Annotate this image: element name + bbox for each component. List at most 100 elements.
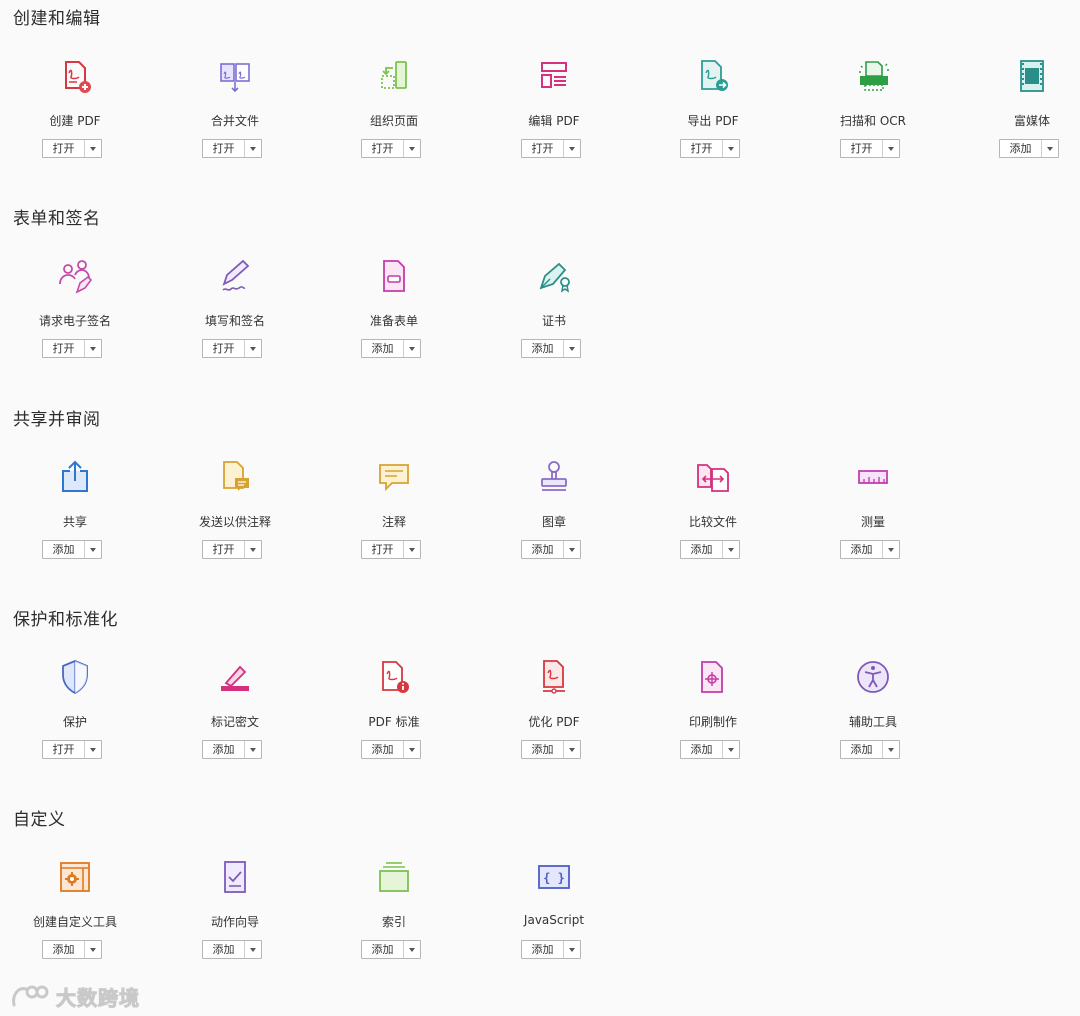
- tool-action-button[interactable]: 添加: [680, 740, 740, 759]
- tool-card[interactable]: 注释 打开: [319, 457, 469, 587]
- tool-action-button[interactable]: 打开: [521, 139, 581, 158]
- button-label[interactable]: 打开: [43, 741, 84, 758]
- stamp-icon[interactable]: [534, 457, 574, 497]
- button-label[interactable]: 添加: [841, 541, 882, 558]
- pdf-standards-icon[interactable]: [374, 657, 414, 697]
- button-label[interactable]: 打开: [681, 140, 722, 157]
- tool-action-button[interactable]: 打开: [680, 139, 740, 158]
- tool-card[interactable]: 优化 PDF 添加: [479, 657, 629, 787]
- chevron-down-icon[interactable]: [244, 340, 261, 357]
- scan-ocr-icon[interactable]: [853, 56, 893, 96]
- tool-action-button[interactable]: 添加: [521, 940, 581, 959]
- chevron-down-icon[interactable]: [722, 741, 739, 758]
- button-label[interactable]: 打开: [203, 340, 244, 357]
- comment-icon[interactable]: [374, 457, 414, 497]
- chevron-down-icon[interactable]: [84, 541, 101, 558]
- button-label[interactable]: 添加: [681, 741, 722, 758]
- create-pdf-icon[interactable]: [55, 56, 95, 96]
- tool-card[interactable]: 印刷制作 添加: [638, 657, 788, 787]
- redact-icon[interactable]: [215, 657, 255, 697]
- button-label[interactable]: 添加: [43, 941, 84, 958]
- tool-card[interactable]: 索引 添加: [319, 857, 469, 987]
- fill-sign-icon[interactable]: [215, 256, 255, 296]
- export-pdf-icon[interactable]: [693, 56, 733, 96]
- request-signatures-icon[interactable]: [55, 256, 95, 296]
- chevron-down-icon[interactable]: [722, 140, 739, 157]
- send-for-comments-icon[interactable]: [215, 457, 255, 497]
- organize-pages-icon[interactable]: [374, 56, 414, 96]
- tool-card[interactable]: 共享 添加: [0, 457, 150, 587]
- chevron-down-icon[interactable]: [84, 941, 101, 958]
- tool-card[interactable]: 发送以供注释 打开: [160, 457, 310, 587]
- chevron-down-icon[interactable]: [84, 741, 101, 758]
- tool-action-button[interactable]: 添加: [202, 940, 262, 959]
- button-label[interactable]: 打开: [362, 140, 403, 157]
- button-label[interactable]: 添加: [203, 741, 244, 758]
- tool-card[interactable]: 证书 添加: [479, 256, 629, 386]
- tool-action-button[interactable]: 打开: [42, 339, 102, 358]
- chevron-down-icon[interactable]: [244, 941, 261, 958]
- chevron-down-icon[interactable]: [244, 741, 261, 758]
- tool-action-button[interactable]: 打开: [361, 540, 421, 559]
- chevron-down-icon[interactable]: [244, 140, 261, 157]
- tool-card[interactable]: 测量 添加: [798, 457, 948, 587]
- tool-card[interactable]: PDF 标准 添加: [319, 657, 469, 787]
- certificates-icon[interactable]: [534, 256, 574, 296]
- button-label[interactable]: 添加: [362, 941, 403, 958]
- button-label[interactable]: 打开: [203, 140, 244, 157]
- prepare-form-icon[interactable]: [374, 256, 414, 296]
- tool-action-button[interactable]: 添加: [521, 740, 581, 759]
- tool-card[interactable]: 组织页面 打开: [319, 56, 469, 186]
- action-wizard-icon[interactable]: [215, 857, 255, 897]
- button-label[interactable]: 添加: [522, 340, 563, 357]
- button-label[interactable]: 添加: [203, 941, 244, 958]
- tool-action-button[interactable]: 打开: [840, 139, 900, 158]
- button-label[interactable]: 打开: [362, 541, 403, 558]
- measure-icon[interactable]: [853, 457, 893, 497]
- button-label[interactable]: 添加: [1000, 140, 1041, 157]
- chevron-down-icon[interactable]: [1041, 140, 1058, 157]
- tool-card[interactable]: 编辑 PDF 打开: [479, 56, 629, 186]
- tool-action-button[interactable]: 打开: [202, 540, 262, 559]
- tool-action-button[interactable]: 添加: [521, 339, 581, 358]
- chevron-down-icon[interactable]: [84, 140, 101, 157]
- tool-action-button[interactable]: 添加: [361, 940, 421, 959]
- tool-card[interactable]: 填写和签名 打开: [160, 256, 310, 386]
- chevron-down-icon[interactable]: [563, 140, 580, 157]
- chevron-down-icon[interactable]: [563, 541, 580, 558]
- tool-card[interactable]: 辅助工具 添加: [798, 657, 948, 787]
- tool-action-button[interactable]: 打开: [202, 339, 262, 358]
- tool-action-button[interactable]: 添加: [840, 540, 900, 559]
- chevron-down-icon[interactable]: [563, 340, 580, 357]
- tool-action-button[interactable]: 添加: [361, 740, 421, 759]
- tool-action-button[interactable]: 添加: [42, 540, 102, 559]
- chevron-down-icon[interactable]: [882, 741, 899, 758]
- chevron-down-icon[interactable]: [403, 541, 420, 558]
- optimize-pdf-icon[interactable]: [534, 657, 574, 697]
- tool-card[interactable]: 导出 PDF 打开: [638, 56, 788, 186]
- tool-action-button[interactable]: 添加: [680, 540, 740, 559]
- rich-media-icon[interactable]: [1012, 56, 1052, 96]
- button-label[interactable]: 添加: [522, 741, 563, 758]
- tool-action-button[interactable]: 添加: [42, 940, 102, 959]
- chevron-down-icon[interactable]: [84, 340, 101, 357]
- tool-card[interactable]: 合并文件 打开: [160, 56, 310, 186]
- javascript-icon[interactable]: { }: [534, 857, 574, 897]
- share-icon[interactable]: [55, 457, 95, 497]
- tool-card[interactable]: 准备表单 添加: [319, 256, 469, 386]
- tool-action-button[interactable]: 添加: [202, 740, 262, 759]
- tool-card[interactable]: 扫描和 OCR 打开: [798, 56, 948, 186]
- button-label[interactable]: 打开: [522, 140, 563, 157]
- tool-card[interactable]: 创建 PDF 打开: [0, 56, 150, 186]
- tool-action-button[interactable]: 添加: [361, 339, 421, 358]
- button-label[interactable]: 打开: [841, 140, 882, 157]
- tool-card[interactable]: 创建自定义工具 添加: [0, 857, 150, 987]
- button-label[interactable]: 添加: [841, 741, 882, 758]
- button-label[interactable]: 添加: [522, 941, 563, 958]
- chevron-down-icon[interactable]: [563, 741, 580, 758]
- index-icon[interactable]: [374, 857, 414, 897]
- tool-action-button[interactable]: 打开: [42, 740, 102, 759]
- edit-pdf-icon[interactable]: [534, 56, 574, 96]
- tool-card[interactable]: { } JavaScript 添加: [479, 857, 629, 987]
- protect-icon[interactable]: [55, 657, 95, 697]
